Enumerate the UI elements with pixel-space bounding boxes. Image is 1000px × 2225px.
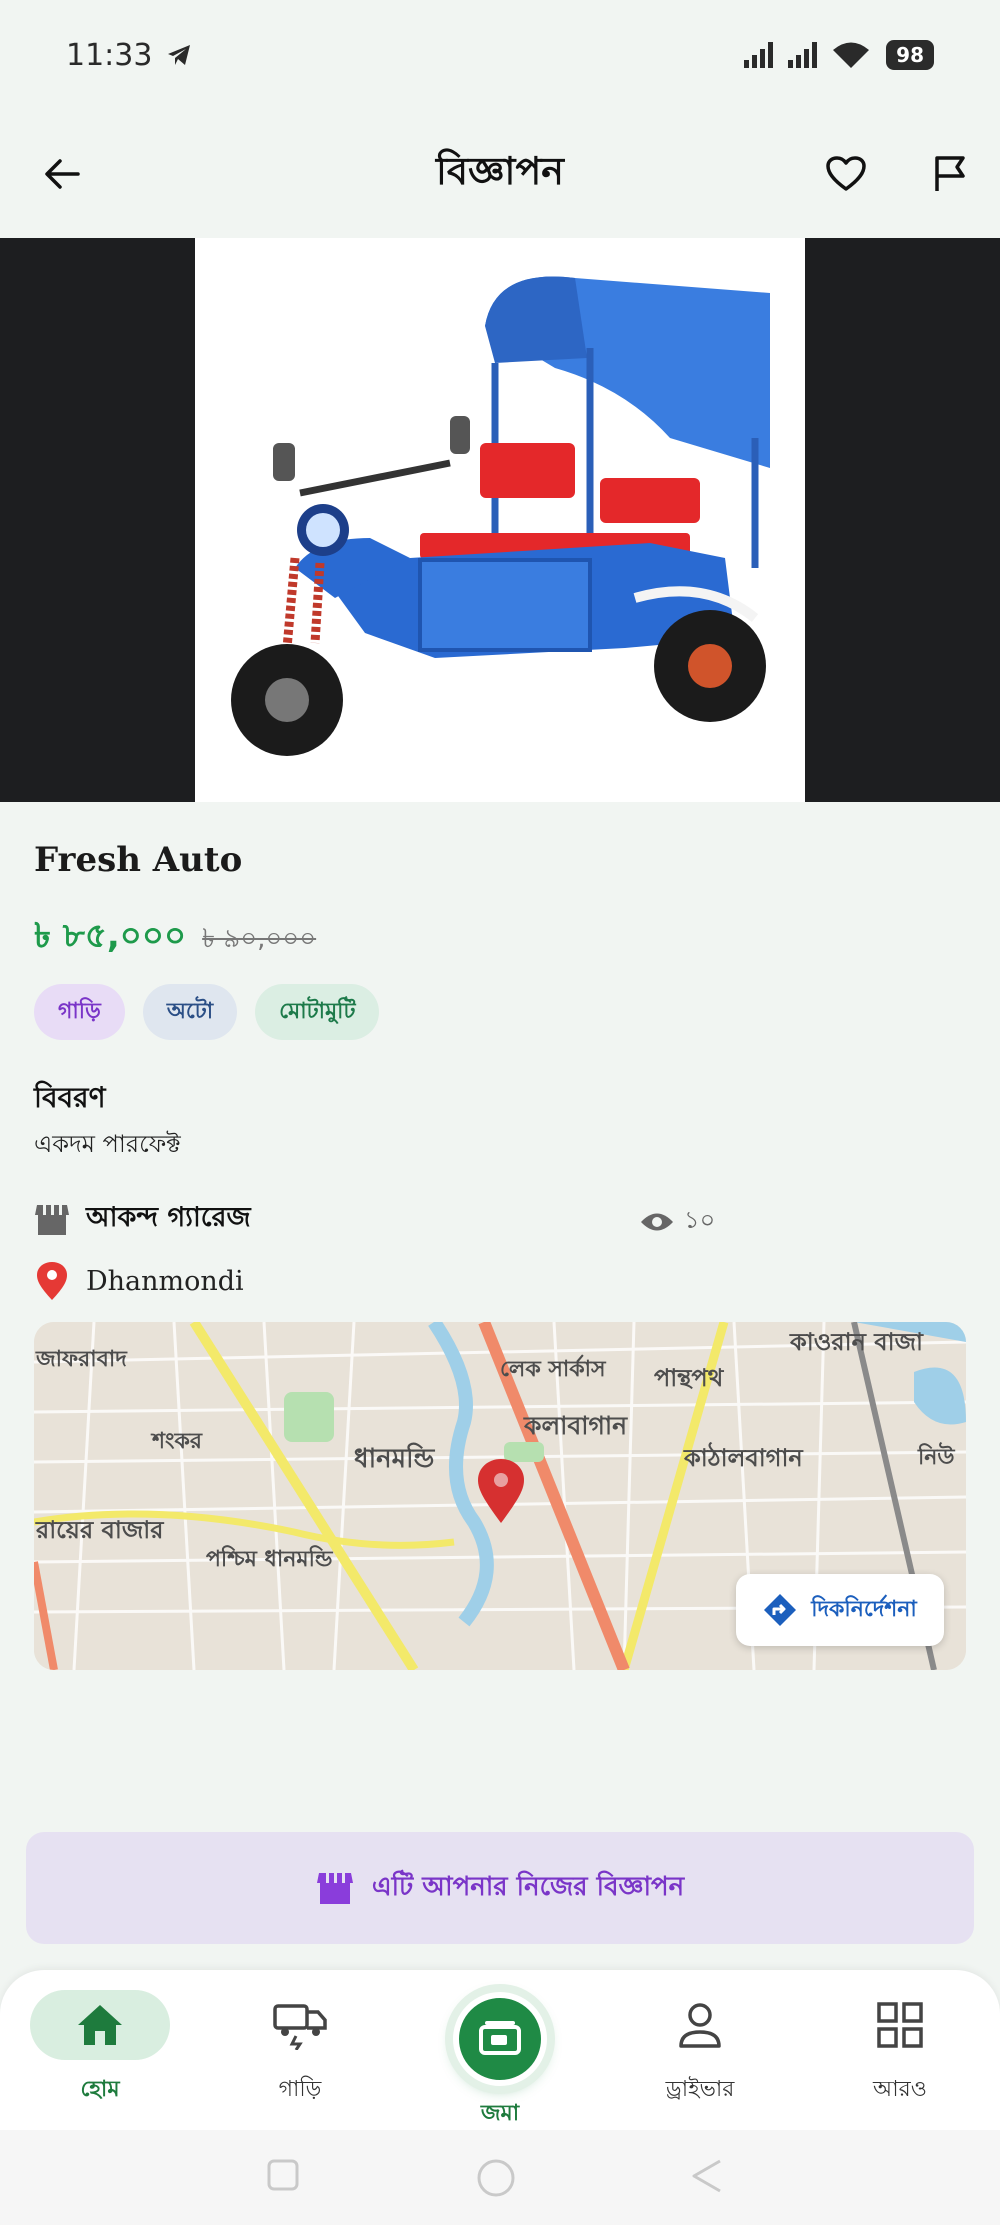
directions-button[interactable]: দিকনির্দেশনা	[736, 1574, 944, 1646]
map-label: নিউ	[918, 1445, 955, 1470]
status-bar: 11:33 98	[0, 0, 1000, 110]
bottom-navigation: হোম গাড়ি জমা ড্রাইভার আরও	[0, 1970, 1000, 2130]
nav-deposit-button[interactable]	[453, 1992, 547, 2086]
nav-vehicles-icon-wrap	[230, 1990, 370, 2060]
seller-row[interactable]: আকন্দ গ্যারেজ ১০	[34, 1196, 966, 1242]
report-button[interactable]	[924, 148, 976, 200]
listing-photo	[195, 238, 805, 802]
map-label: ধানমন্ডি	[354, 1444, 435, 1474]
nav-home[interactable]: হোম	[30, 1990, 170, 2118]
app-bar: বিজ্ঞাপন	[0, 110, 1000, 238]
heart-icon	[826, 156, 866, 191]
price: ৳ ৮৫,০০০	[34, 916, 187, 956]
nav-vehicles[interactable]: গাড়ি	[230, 1990, 370, 2118]
map-marker-icon	[478, 1459, 524, 1523]
flag-icon	[935, 156, 965, 191]
description-text: একদম পারফেক্ট	[34, 1130, 181, 1158]
system-navigation-bar	[0, 2130, 1000, 2225]
person-icon	[679, 2003, 721, 2048]
clock: 11:33	[66, 37, 153, 73]
category-chips: গাড়ি অটো মোটামুটি	[34, 984, 380, 1040]
favorite-button[interactable]	[818, 146, 874, 202]
chip-auto[interactable]: অটো	[142, 984, 238, 1040]
map-label: কাঠালবাগান	[684, 1444, 803, 1472]
signal-icon	[788, 42, 818, 68]
truck-icon	[273, 2004, 327, 2050]
recent-apps-icon[interactable]	[266, 2158, 300, 2192]
location-row: Dhanmondi	[34, 1258, 244, 1304]
listing-image-carousel[interactable]	[0, 238, 1000, 802]
store-icon	[35, 1205, 69, 1235]
home-circle-icon[interactable]	[476, 2158, 516, 2198]
auto-rickshaw-image	[231, 276, 770, 756]
nav-more-icon-wrap	[830, 1990, 970, 2060]
nav-deposit-label: জমা	[480, 2101, 520, 2126]
location-map[interactable]: জাফরাবাদ শংকর ধানমন্ডি লেক সার্কাস কলাবা…	[34, 1322, 966, 1670]
map-label: রায়ের বাজার	[36, 1516, 164, 1544]
grid-icon	[877, 2002, 923, 2048]
seller-name: আকন্দ গ্যারেজ	[86, 1201, 251, 1233]
old-price: ৳ ৯০,০০০	[202, 924, 317, 954]
nav-driver[interactable]: ড্রাইভার	[630, 1990, 770, 2118]
nav-vehicles-label: গাড়ি	[278, 2077, 322, 2102]
location-text: Dhanmondi	[86, 1265, 244, 1297]
nav-more-label: আরও	[873, 2077, 927, 2102]
signal-icon	[744, 42, 774, 68]
map-label: জাফরাবাদ	[36, 1347, 127, 1372]
location-pin-icon	[37, 1262, 67, 1300]
directions-label: দিকনির্দেশনা	[811, 1596, 917, 1622]
nav-driver-icon-wrap	[630, 1990, 770, 2060]
wifi-icon	[833, 42, 870, 68]
nav-home-icon-wrap	[30, 1990, 170, 2060]
own-ad-text: এটি আপনার নিজের বিজ্ঞাপন	[371, 1872, 685, 1902]
map-label: পশ্চিম ধানমন্ডি	[206, 1547, 333, 1572]
eye-icon	[641, 1213, 673, 1231]
nav-home-label: হোম	[80, 2077, 120, 2102]
listing-title: Fresh Auto	[34, 840, 243, 880]
battery-indicator: 98	[886, 40, 934, 70]
view-count-value: ১০	[684, 1206, 716, 1234]
deposit-icon	[479, 2021, 521, 2055]
chip-vehicle[interactable]: গাড়ি	[34, 984, 125, 1040]
status-time: 11:33	[66, 38, 192, 73]
price-row: ৳ ৮৫,০০০ ৳ ৯০,০০০	[34, 910, 316, 967]
home-icon	[78, 2005, 122, 2045]
store-icon	[316, 1873, 353, 1904]
map-label: লেক সার্কাস	[500, 1357, 606, 1382]
map-label: শংকর	[152, 1429, 202, 1454]
map-label: কলাবাগান	[524, 1411, 628, 1440]
map-label: কাওরান বাজা	[790, 1328, 924, 1356]
view-count: ১০	[640, 1202, 715, 1242]
nav-driver-label: ড্রাইভার	[665, 2077, 735, 2102]
status-icons: 98	[744, 40, 934, 70]
map-label: পান্থপথ	[654, 1364, 724, 1392]
chip-condition[interactable]: মোটামুটি	[255, 984, 380, 1040]
description-heading: বিবরণ	[34, 1081, 106, 1114]
nav-more[interactable]: আরও	[830, 1990, 970, 2118]
back-triangle-icon[interactable]	[690, 2158, 724, 2194]
own-ad-banner: এটি আপনার নিজের বিজ্ঞাপন	[26, 1832, 974, 1944]
directions-icon	[764, 1594, 797, 1626]
telegram-icon	[168, 45, 191, 65]
